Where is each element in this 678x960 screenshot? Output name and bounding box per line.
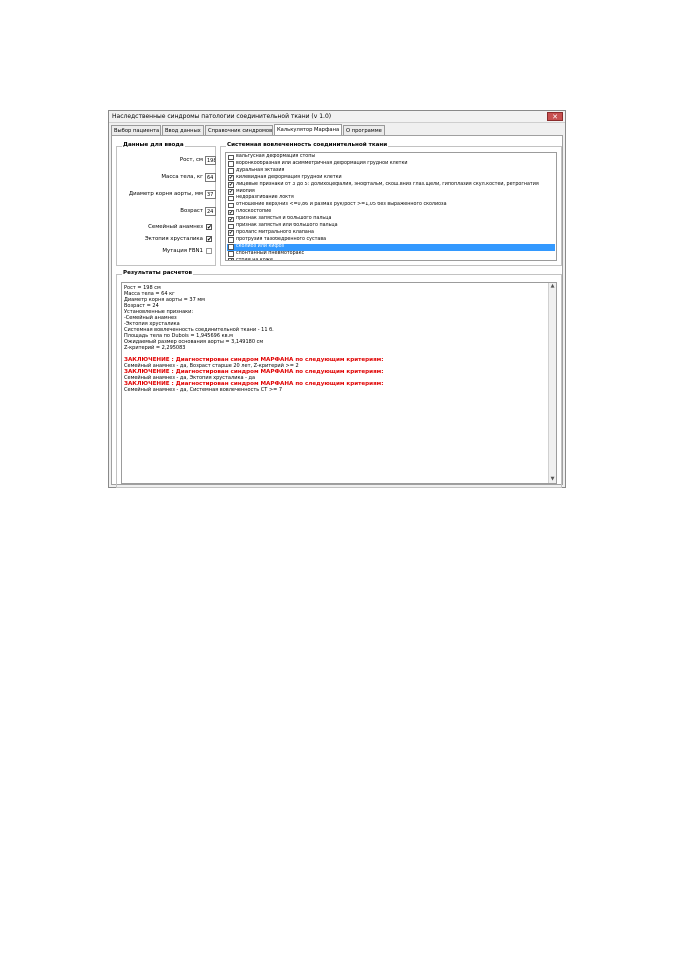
result-line: Семейный анамнез - да, Системная вовлече… <box>124 387 283 393</box>
systemic-feature-checkbox[interactable] <box>228 168 234 174</box>
systemic-feature-item[interactable]: ✔ признак запястья и большого пальца <box>227 216 555 223</box>
input-data-title: Данные для ввода <box>122 142 185 148</box>
close-icon[interactable]: ✕ <box>552 113 558 121</box>
aortic-root-row: Диаметр корня аорты, мм 37 <box>117 190 217 199</box>
close-button[interactable]: ✕ <box>547 112 563 121</box>
systemic-feature-checkbox[interactable]: ✔ <box>228 189 234 195</box>
family-history-label: Семейный анамнез <box>148 224 203 230</box>
systemic-feature-item[interactable]: ✔ плоскостопие <box>227 209 555 216</box>
scroll-up-icon[interactable]: ▲ <box>549 283 556 290</box>
weight-input[interactable]: 64 <box>205 173 216 182</box>
fbn1-checkbox[interactable] <box>206 248 212 254</box>
systemic-feature-checkbox[interactable] <box>228 202 234 209</box>
tab-about[interactable]: О программе <box>343 125 385 135</box>
systemic-feature-item[interactable]: дуральная эктазия <box>227 168 555 175</box>
systemic-feature-item[interactable]: ✔ стрии на коже <box>227 257 555 261</box>
systemic-feature-item[interactable]: недоразгибание локтя <box>227 195 555 202</box>
systemic-feature-label: недоразгибание локтя <box>236 195 294 201</box>
title-bar[interactable]: Наследственные синдромы патологии соедин… <box>109 111 565 123</box>
systemic-feature-checkbox[interactable]: ✔ <box>228 175 234 181</box>
app-window: Наследственные синдромы патологии соедин… <box>108 110 566 488</box>
age-label: Возраст <box>180 208 203 214</box>
tab-data-entry[interactable]: Ввод данных <box>162 125 204 135</box>
systemic-feature-label: признак запястья и большого пальца <box>236 216 332 222</box>
weight-label: Масса тела, кг <box>161 174 203 180</box>
systemic-feature-checkbox[interactable] <box>228 161 234 167</box>
systemic-feature-checkbox[interactable]: ✔ <box>228 244 234 250</box>
tab-patient-select[interactable]: Выбор пациента <box>111 125 161 135</box>
height-row: Рост, см 198 <box>117 156 217 165</box>
fbn1-row: Мутация FBN1 <box>117 247 217 256</box>
systemic-feature-checkbox[interactable] <box>228 237 234 243</box>
scroll-down-icon[interactable]: ▼ <box>549 476 556 483</box>
result-line: Z-критерий = 2,295083 <box>124 345 186 351</box>
tab-strip: Выбор пациента Ввод данных Справочник си… <box>111 124 565 135</box>
results-group: Результаты расчетов Рост = 198 см Масса т… <box>116 270 562 488</box>
systemic-feature-item[interactable]: воронкообразная или асимметричная деформ… <box>227 161 555 168</box>
systemic-feature-item[interactable]: ✔ сколиоз или кифоз <box>227 243 555 251</box>
tab-syndrome-reference[interactable]: Справочник синдромов <box>205 125 273 135</box>
systemic-feature-item[interactable]: ✔ миопия <box>227 189 555 196</box>
systemic-feature-label: признак запястья или большого пальца <box>236 223 338 228</box>
family-history-row: Семейный анамнез ✔ <box>117 223 217 232</box>
systemic-feature-checkbox[interactable] <box>228 251 234 257</box>
systemic-feature-checkbox[interactable] <box>228 154 234 160</box>
height-label: Рост, см <box>179 157 203 163</box>
systemic-feature-label: миопия <box>236 188 255 194</box>
fbn1-label: Мутация FBN1 <box>162 248 203 254</box>
tab-content: Данные для ввода Рост, см 198 Масса тела… <box>111 135 563 488</box>
systemic-feature-label: воронкообразная или асимметричная деформ… <box>236 160 408 166</box>
systemic-feature-checkbox[interactable]: ✔ <box>228 230 234 236</box>
window-title: Наследственные синдромы патологии соедин… <box>112 113 332 120</box>
systemic-feature-item[interactable]: спонтанный пневмоторакс <box>227 251 555 258</box>
systemic-feature-item[interactable]: ✔ лицевые признаки от 3 до 5: долихоцефал… <box>227 182 555 189</box>
systemic-feature-label: лицевые признаки от 3 до 5: долихоцефали… <box>236 181 539 187</box>
systemic-feature-checkbox[interactable]: ✔ <box>228 258 234 260</box>
systemic-feature-label: дуральная эктазия <box>236 167 285 173</box>
systemic-feature-item[interactable]: ✔ килевидная деформация грудной клетки <box>227 175 555 182</box>
systemic-feature-checkbox[interactable]: ✔ <box>228 216 234 223</box>
aortic-root-label: Диаметр корня аорты, мм <box>128 191 203 197</box>
systemic-feature-label: спонтанный пневмоторакс <box>236 250 305 256</box>
systemic-feature-label: пролапс митрального клапана <box>236 229 314 235</box>
results-textbox[interactable]: Рост = 198 см Масса тела = 64 кг Диаметр … <box>121 282 557 484</box>
systemic-feature-label: плоскостопие <box>236 209 272 215</box>
systemic-feature-label: протрузия тазобедренного сустава <box>236 236 327 242</box>
weight-row: Масса тела, кг 64 <box>117 173 217 182</box>
age-input[interactable]: 24 <box>205 207 216 216</box>
lens-ectopia-label: Эктопия хрусталика <box>144 236 203 242</box>
results-title: Результаты расчетов <box>122 270 194 276</box>
systemic-feature-label: килевидная деформация грудной клетки <box>236 174 342 180</box>
systemic-feature-label: отношение верх/низ <=0,86 и размах рук/р… <box>236 202 447 208</box>
systemic-feature-item[interactable]: признак запястья или большого пальца <box>227 223 555 230</box>
systemic-features-list[interactable]: вальгусная деформация стопы воронкообразн… <box>225 152 557 261</box>
systemic-feature-label: сколиоз или кифоз <box>236 243 285 249</box>
lens-ectopia-checkbox[interactable]: ✔ <box>206 236 212 242</box>
systemic-involvement-title: Системная вовлеченность соединительной т… <box>226 142 389 148</box>
systemic-feature-checkbox[interactable]: ✔ <box>228 209 234 216</box>
systemic-feature-item[interactable]: вальгусная деформация стопы <box>227 154 555 161</box>
systemic-feature-checkbox[interactable] <box>228 223 234 229</box>
systemic-involvement-group: Системная вовлеченность соединительной т… <box>220 142 562 266</box>
systemic-feature-label: стрии на коже <box>236 257 273 261</box>
systemic-feature-item[interactable]: ✔ пролапс митрального клапана <box>227 230 555 237</box>
input-data-group: Данные для ввода Рост, см 198 Масса тела… <box>116 142 217 266</box>
systemic-feature-checkbox[interactable] <box>228 195 234 202</box>
systemic-feature-label: вальгусная деформация стопы <box>236 154 316 159</box>
lens-ectopia-row: Эктопия хрусталика ✔ <box>117 235 217 244</box>
tab-marfan-calculator[interactable]: Калькулятор Марфана <box>274 124 342 135</box>
aortic-root-input[interactable]: 37 <box>205 190 216 199</box>
height-input[interactable]: 198 <box>205 156 216 165</box>
results-scrollbar[interactable]: ▲ ▼ <box>548 283 556 483</box>
systemic-feature-checkbox[interactable]: ✔ <box>228 182 234 188</box>
age-row: Возраст 24 <box>117 207 217 216</box>
family-history-checkbox[interactable]: ✔ <box>206 224 212 230</box>
systemic-feature-item[interactable]: протрузия тазобедренного сустава <box>227 237 555 244</box>
systemic-feature-item[interactable]: отношение верх/низ <=0,86 и размах рук/р… <box>227 202 555 209</box>
